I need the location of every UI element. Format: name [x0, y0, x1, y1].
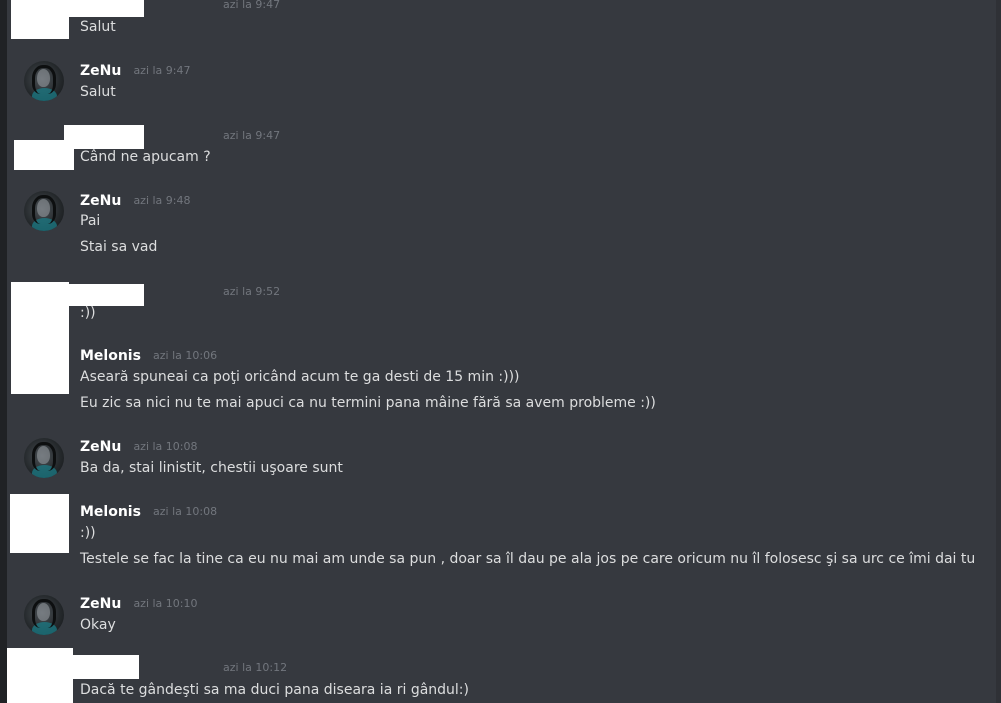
- avatar[interactable]: [24, 61, 64, 101]
- message-text: Când ne apucam ?: [80, 149, 211, 165]
- message-group: Melonis azi la 10:08 :)) Testele se fac …: [0, 494, 1001, 574]
- message-group: azi la 9:47 Salut: [0, 0, 1001, 45]
- redacted-author: [69, 0, 144, 17]
- avatar-hair-shape: [32, 195, 56, 224]
- message-timestamp: azi la 10:08: [153, 504, 218, 518]
- avatar-hair-shape: [32, 65, 56, 94]
- redacted-avatar: [10, 494, 69, 553]
- avatar-hair-shape: [32, 599, 56, 628]
- message-timestamp: azi la 9:48: [133, 193, 191, 207]
- message-author[interactable]: Melonis: [80, 502, 141, 522]
- message-group: ZeNu azi la 10:10 Okay: [0, 592, 1001, 644]
- message-author[interactable]: Melonis: [80, 346, 141, 366]
- message-group: ZeNu azi la 9:47 Salut: [0, 58, 1001, 110]
- redacted-avatar: [11, 0, 69, 39]
- message-header: ZeNu azi la 9:48: [80, 190, 191, 210]
- avatar-hair-shape: [32, 442, 56, 471]
- message-text: Salut: [80, 84, 116, 100]
- message-timestamp: azi la 10:06: [153, 348, 218, 362]
- message-text: Testele se fac la tine ca eu nu mai am u…: [80, 551, 976, 567]
- message-author[interactable]: ZeNu: [80, 61, 121, 81]
- avatar[interactable]: [24, 438, 64, 478]
- message-text: Pai: [80, 213, 101, 229]
- message-text: Dacă te gândeşti sa ma duci pana diseara…: [80, 682, 469, 698]
- redacted-avatar: [7, 648, 73, 703]
- message-text: :)): [80, 305, 96, 321]
- message-author[interactable]: ZeNu: [80, 191, 121, 211]
- message-group: Melonis azi la 10:06 Aseară spuneai ca p…: [0, 345, 1001, 417]
- message-text: Okay: [80, 617, 116, 633]
- redacted-author: [73, 655, 139, 679]
- message-header: Melonis azi la 10:08: [80, 501, 217, 521]
- message-header: Melonis azi la 10:06: [80, 345, 217, 365]
- message-timestamp: azi la 9:47: [133, 63, 191, 77]
- message-text: Aseară spuneai ca poţi oricând acum te g…: [80, 369, 520, 385]
- message-header: ZeNu azi la 9:47: [80, 60, 191, 80]
- message-text: Stai sa vad: [80, 239, 158, 255]
- message-timestamp: azi la 10:12: [223, 661, 288, 674]
- avatar[interactable]: [24, 191, 64, 231]
- message-header: ZeNu azi la 10:10: [80, 593, 198, 613]
- message-author[interactable]: ZeNu: [80, 594, 121, 614]
- message-timestamp: azi la 10:10: [133, 596, 198, 610]
- message-text: Salut: [80, 19, 116, 35]
- message-text: Ba da, stai linistit, chestii uşoare sun…: [80, 460, 343, 476]
- message-group: ZeNu azi la 9:48 Pai Stai sa vad: [0, 188, 1001, 262]
- message-header: ZeNu azi la 10:08: [80, 436, 198, 456]
- chat-screenshot: azi la 9:47 Salut ZeNu azi la 9:47 Salut…: [0, 0, 1001, 703]
- message-timestamp: azi la 9:52: [223, 285, 281, 298]
- message-text: Eu zic sa nici nu te mai apuci ca nu ter…: [80, 395, 656, 411]
- message-timestamp: azi la 9:47: [223, 0, 281, 11]
- message-text: :)): [80, 525, 96, 541]
- message-group: azi la 10:12 Dacă te gândeşti sa ma duci…: [0, 648, 1001, 703]
- message-timestamp: azi la 9:47: [223, 129, 281, 142]
- message-timestamp: azi la 10:08: [133, 439, 198, 453]
- message-author[interactable]: ZeNu: [80, 437, 121, 457]
- message-group: azi la 9:47 Când ne apucam ?: [0, 124, 1001, 170]
- message-group: ZeNu azi la 10:08 Ba da, stai linistit, …: [0, 435, 1001, 485]
- avatar[interactable]: [24, 595, 64, 635]
